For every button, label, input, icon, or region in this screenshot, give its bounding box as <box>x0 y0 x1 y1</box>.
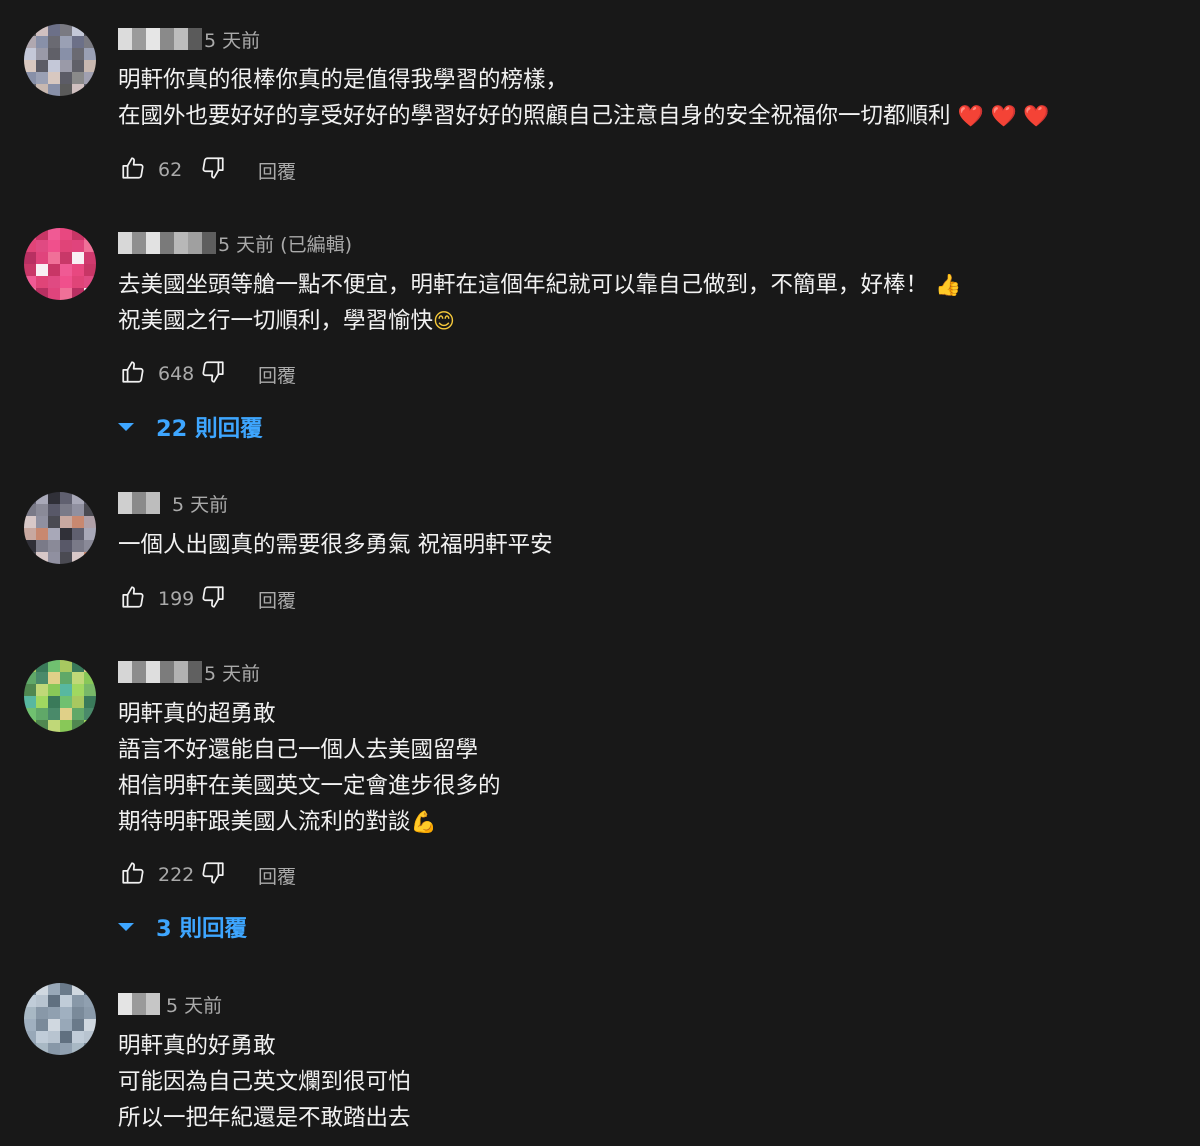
reply-button[interactable]: 回覆 <box>258 157 296 184</box>
comment-line: 可能因為自己英文爛到很可怕 <box>118 1069 411 1095</box>
dislike-button[interactable] <box>198 155 228 185</box>
comment-header: 5 天前 <box>118 25 260 53</box>
comment-line: 明軒真的好勇敢 <box>118 1033 276 1059</box>
thumbs-up-icon <box>120 860 146 890</box>
comment-line: 明軒你真的很棒你真的是值得我學習的榜樣， <box>118 67 569 93</box>
author-name[interactable] <box>118 993 160 1015</box>
comment-line: 在國外也要好好的享受好好的學習好好的照顧自己注意自身的安全祝福你一切都順利 ❤️… <box>118 103 1050 129</box>
comment-actions: 222 回覆 <box>118 860 296 890</box>
like-button[interactable] <box>118 860 148 890</box>
thumbs-down-icon <box>200 359 226 389</box>
replies-count-label: 22 則回覆 <box>156 416 263 442</box>
dislike-button[interactable] <box>198 584 228 614</box>
comment-line: 期待明軒跟美國人流利的對談💪 <box>118 809 437 835</box>
thumbs-down-icon <box>200 155 226 185</box>
like-count: 648 <box>158 363 195 385</box>
comment-actions: 648 回覆 <box>118 359 296 389</box>
comment-actions: 199 回覆 <box>118 584 296 614</box>
comment-line: 相信明軒在美國英文一定會進步很多的 <box>118 773 501 799</box>
heart-emoji: ❤️ ❤️ ❤️ <box>957 104 1050 128</box>
comment-text: 明軒你真的很棒你真的是值得我學習的榜樣， 在國外也要好好的享受好好的學習好好的照… <box>118 62 1049 134</box>
smiling-face-emoji: 😊 <box>433 309 455 333</box>
reply-button[interactable]: 回覆 <box>258 361 296 388</box>
like-count: 222 <box>158 864 195 886</box>
comment-timestamp[interactable]: 5 天前 (已編輯) <box>218 230 352 257</box>
replies-count-label: 3 則回覆 <box>156 916 247 942</box>
avatar[interactable] <box>24 24 96 96</box>
comment-header: 5 天前 <box>118 489 228 517</box>
comment-line: 所以一把年紀還是不敢踏出去 <box>118 1105 411 1131</box>
comment-line: 去美國坐頭等艙一點不便宜，明軒在這個年紀就可以靠自己做到，不簡單，好棒！ 👍 <box>118 272 962 298</box>
comment-text: 明軒真的好勇敢 可能因為自己英文爛到很可怕 所以一把年紀還是不敢踏出去 <box>118 1028 411 1136</box>
comment-text: 一個人出國真的需要很多勇氣 祝福明軒平安 <box>118 527 553 563</box>
avatar[interactable] <box>24 660 96 732</box>
avatar[interactable] <box>24 983 96 1055</box>
comment-line: 明軒真的超勇敢 <box>118 701 276 727</box>
like-button[interactable] <box>118 584 148 614</box>
view-replies-button[interactable]: 3 則回覆 <box>116 912 247 942</box>
author-name[interactable] <box>118 232 216 254</box>
dislike-button[interactable] <box>198 860 228 890</box>
author-name[interactable] <box>118 661 202 683</box>
like-count: 62 <box>158 159 183 181</box>
comment-header: 5 天前 (已編輯) <box>118 229 352 257</box>
thumbs-up-emoji: 👍 <box>935 273 962 297</box>
thumbs-up-icon <box>120 359 146 389</box>
like-button[interactable] <box>118 359 148 389</box>
reply-button[interactable]: 回覆 <box>258 862 296 889</box>
avatar[interactable] <box>24 492 96 564</box>
comment-line: 祝美國之行一切順利，學習愉快😊 <box>118 308 455 334</box>
comment-line: 語言不好還能自己一個人去美國留學 <box>118 737 479 763</box>
thumbs-down-icon <box>200 860 226 890</box>
comment-timestamp[interactable]: 5 天前 <box>204 659 260 686</box>
comment-header: 5 天前 <box>118 658 260 686</box>
like-count: 199 <box>158 588 195 610</box>
avatar[interactable] <box>24 228 96 300</box>
thumbs-up-icon <box>120 155 146 185</box>
reply-button[interactable]: 回覆 <box>258 586 296 613</box>
like-button[interactable] <box>118 155 148 185</box>
flexed-biceps-emoji: 💪 <box>410 810 437 834</box>
dislike-button[interactable] <box>198 359 228 389</box>
thumbs-down-icon <box>200 584 226 614</box>
comment-actions: 62 回覆 <box>118 155 296 185</box>
comment-timestamp[interactable]: 5 天前 <box>166 991 222 1018</box>
author-name[interactable] <box>118 28 202 50</box>
caret-down-icon <box>118 423 134 431</box>
comment-timestamp[interactable]: 5 天前 <box>172 490 228 517</box>
comment-line: 一個人出國真的需要很多勇氣 祝福明軒平安 <box>118 532 553 558</box>
author-name[interactable] <box>118 492 160 514</box>
thumbs-up-icon <box>120 584 146 614</box>
caret-down-icon <box>118 923 134 931</box>
comment-text: 明軒真的超勇敢 語言不好還能自己一個人去美國留學 相信明軒在美國英文一定會進步很… <box>118 696 501 840</box>
comment-header: 5 天前 <box>118 990 222 1018</box>
comment-timestamp[interactable]: 5 天前 <box>204 26 260 53</box>
comment-text: 去美國坐頭等艙一點不便宜，明軒在這個年紀就可以靠自己做到，不簡單，好棒！ 👍 祝… <box>118 267 961 339</box>
view-replies-button[interactable]: 22 則回覆 <box>116 412 263 442</box>
